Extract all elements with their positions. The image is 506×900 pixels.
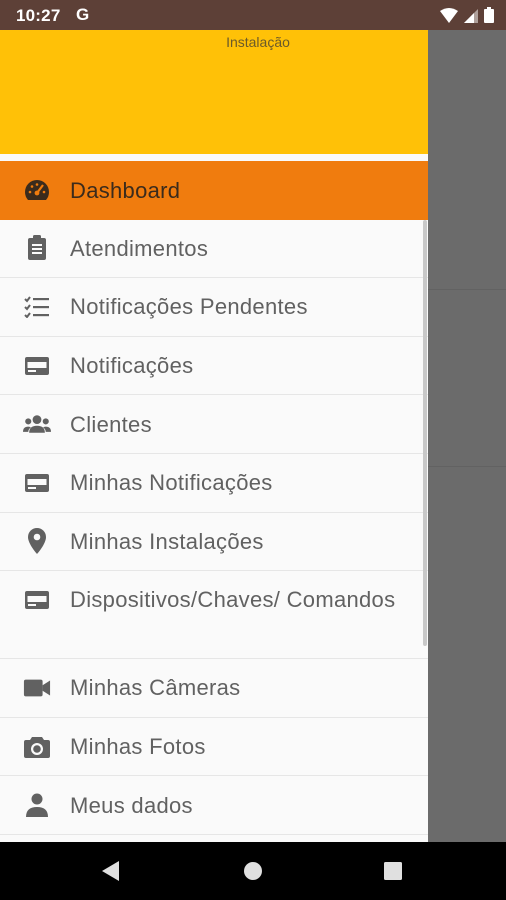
menu-item-label: Meus dados	[70, 792, 193, 818]
google-icon: G	[76, 5, 90, 24]
menu-item-notificacoes[interactable]: Notificações	[0, 337, 428, 396]
menu-item-label: Minhas Fotos	[70, 734, 206, 760]
menu-item-label: Dispositivos/Chaves/ Comandos	[70, 587, 396, 613]
menu-item-label: Minhas Instalações	[70, 528, 264, 554]
navigation-drawer: Instalação Dashboard Atendimentos Notifi…	[0, 30, 428, 842]
checklist-icon	[23, 294, 51, 320]
menu-item-minhas-instalacoes[interactable]: Minhas Instalações	[0, 513, 428, 572]
menu-item-label: Atendimentos	[70, 235, 209, 261]
drawer-menu: Dashboard Atendimentos Notificações Pend…	[0, 161, 428, 835]
card-icon	[23, 470, 51, 496]
signal-icon	[464, 9, 478, 23]
menu-item-minhas-fotos[interactable]: Minhas Fotos	[0, 718, 428, 777]
recents-icon[interactable]	[384, 862, 402, 885]
person-icon	[23, 792, 51, 818]
menu-item-label: Clientes	[70, 411, 152, 437]
home-icon[interactable]	[243, 861, 263, 886]
menu-item-dispositivos[interactable]: Dispositivos/Chaves/ Comandos	[0, 571, 428, 660]
menu-item-minhas-notificacoes[interactable]: Minhas Notificações	[0, 454, 428, 513]
status-bar: 10:27 G	[0, 0, 506, 30]
status-icons	[440, 7, 494, 23]
menu-item-label: Dashboard	[70, 177, 181, 203]
menu-item-dashboard[interactable]: Dashboard	[0, 161, 428, 220]
menu-item-clientes[interactable]: Clientes	[0, 395, 428, 454]
videocam-icon	[23, 675, 51, 701]
drawer-scrim[interactable]	[428, 30, 506, 842]
menu-item-label: Minhas Notificações	[70, 470, 273, 496]
card-icon	[23, 353, 51, 379]
menu-item-label: Minhas Câmeras	[70, 675, 241, 701]
clipboard-icon	[23, 235, 51, 261]
camera-icon	[23, 734, 51, 760]
battery-icon	[484, 7, 494, 23]
wifi-icon	[440, 8, 458, 23]
drawer-header: Instalação	[0, 30, 428, 154]
menu-item-label: Notificações Pendentes	[70, 294, 308, 320]
menu-item-atendimentos[interactable]: Atendimentos	[0, 220, 428, 279]
menu-item-label: Notificações	[70, 353, 194, 379]
drawer-header-title: Instalação	[226, 34, 290, 50]
back-icon[interactable]	[100, 860, 120, 887]
speedometer-icon	[23, 177, 51, 203]
menu-item-meus-dados[interactable]: Meus dados	[0, 776, 428, 835]
location-pin-icon	[23, 528, 51, 555]
system-nav-bar	[0, 842, 506, 900]
menu-item-notificacoes-pendentes[interactable]: Notificações Pendentes	[0, 278, 428, 337]
status-time: 10:27	[16, 6, 61, 25]
drawer-scrollbar[interactable]	[423, 220, 427, 646]
menu-item-minhas-cameras[interactable]: Minhas Câmeras	[0, 659, 428, 718]
card-icon	[23, 587, 51, 613]
people-icon	[23, 411, 51, 437]
